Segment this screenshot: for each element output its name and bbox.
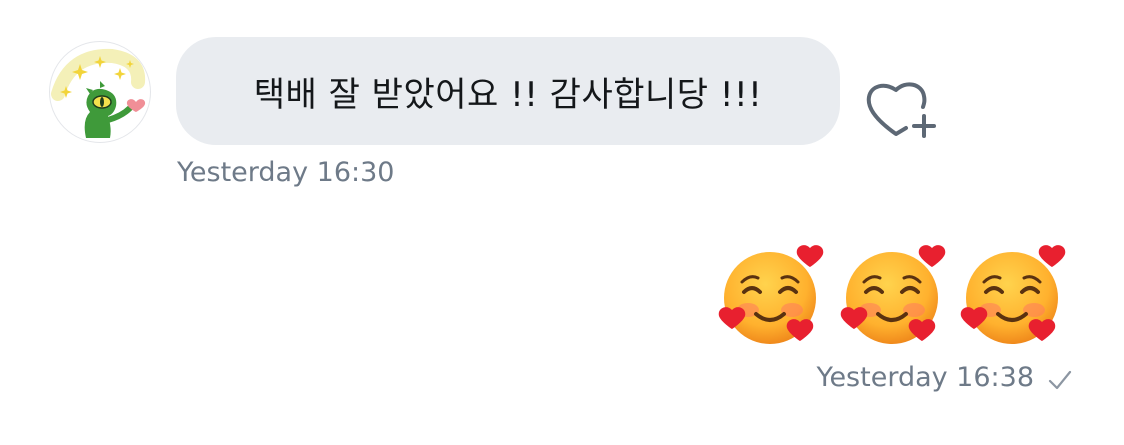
incoming-message-bubble[interactable]: 택배 잘 받았어요 !! 감사합니당 !!! [176,37,840,145]
smiling-face-with-hearts-icon [840,245,946,344]
green-monster-avatar-icon [51,48,146,138]
incoming-message-text: 택배 잘 받았어요 !! 감사합니당 !!! [253,74,763,115]
add-reaction-button[interactable] [862,74,938,144]
outgoing-timestamp: Yesterday 16:38 [816,362,1034,393]
heart-plus-icon [866,82,936,138]
incoming-timestamp: Yesterday 16:30 [177,157,395,188]
outgoing-emoji-message[interactable] [718,244,1080,350]
sender-avatar[interactable] [49,41,151,143]
smiling-face-with-hearts-icon [960,245,1066,344]
smiling-face-with-hearts-icon [718,245,824,344]
checkmark-icon [1048,370,1072,390]
